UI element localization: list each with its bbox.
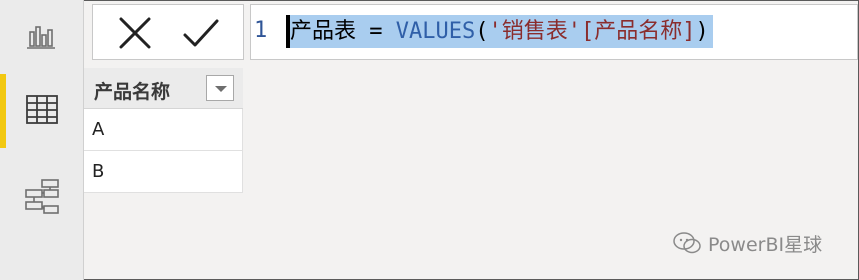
cancel-formula-button[interactable]	[115, 13, 155, 53]
data-view-icon	[26, 95, 58, 124]
left-nav	[0, 0, 84, 280]
formula-argument-column: [产品名称]	[581, 19, 696, 44]
formula-open-paren: (	[475, 19, 489, 44]
confirm-formula-button[interactable]	[181, 13, 221, 53]
model-view-icon	[25, 179, 59, 214]
formula-argument-table: '销售表'	[488, 19, 582, 44]
formula-text[interactable]: 产品表 = VALUES('销售表'[产品名称])	[290, 15, 713, 48]
nav-report-view[interactable]	[0, 0, 83, 74]
table-row[interactable]: B	[84, 151, 243, 193]
column-header-label: 产品名称	[94, 81, 171, 103]
nav-model-view[interactable]	[0, 160, 83, 234]
formula-table-name: 产品表	[290, 19, 357, 44]
watermark: PowerBI星球	[672, 229, 822, 257]
active-indicator	[0, 74, 6, 148]
data-table: 产品名称 A B	[84, 68, 243, 193]
formula-action-buttons	[92, 4, 244, 60]
table-row[interactable]: A	[84, 109, 243, 151]
formula-bar[interactable]: 1 产品表 = VALUES('销售表'[产品名称])	[250, 4, 858, 60]
column-header[interactable]: 产品名称	[84, 68, 243, 109]
formula-function: VALUES	[395, 19, 476, 44]
table-cell: A	[92, 119, 105, 140]
line-number: 1	[254, 18, 268, 43]
close-icon	[119, 17, 151, 49]
formula-close-paren: )	[695, 19, 709, 44]
wechat-icon	[673, 232, 701, 254]
filter-dropdown-button[interactable]	[206, 75, 234, 101]
nav-data-view[interactable]	[0, 74, 83, 148]
formula-operator: =	[356, 19, 396, 44]
watermark-text: PowerBI星球	[708, 233, 823, 256]
check-icon	[183, 19, 219, 47]
report-view-icon	[27, 26, 55, 49]
table-cell: B	[92, 161, 105, 182]
